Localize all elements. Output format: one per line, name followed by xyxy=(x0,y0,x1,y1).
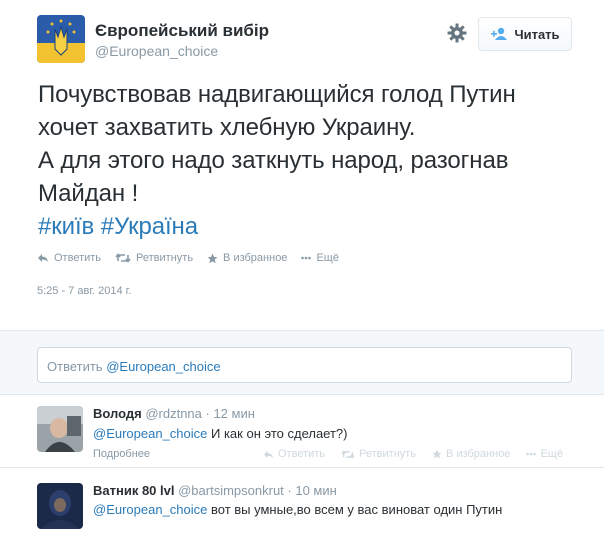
reply-mention[interactable]: @European_choice xyxy=(93,426,207,441)
retweet-label: Ретвитнуть xyxy=(136,252,194,264)
tweet-text: Почувствовав надвигающийся голод Путин х… xyxy=(38,78,578,243)
reply-time: · 10 мин xyxy=(287,483,337,498)
hashtag-link[interactable]: #київ xyxy=(38,213,94,240)
reply-input-mention: @European_choice xyxy=(106,359,221,374)
reply-action-label: В избранное xyxy=(446,448,511,460)
reply-actions: Ответить Ретвитнуть В избранное Ещё xyxy=(263,448,563,460)
reply-action[interactable]: Ответить xyxy=(37,252,101,264)
main-tweet: Європейський вибір @European_choice Чита… xyxy=(0,0,604,330)
reply-text: @European_choice И как он это сделает?) xyxy=(93,426,348,441)
reply-body: И как он это сделает?) xyxy=(207,426,348,441)
reply-author-name[interactable]: Володя @rdztnna · 12 мин xyxy=(93,406,255,421)
reply-more-action[interactable]: Ещё xyxy=(526,448,563,460)
follow-button[interactable]: Читать xyxy=(478,17,572,51)
favorite-action[interactable]: В избранное xyxy=(207,252,287,264)
reply-retweet-action[interactable]: Ретвитнуть xyxy=(341,448,416,460)
star-icon xyxy=(432,449,442,459)
reply-tweet: Ватник 80 lvl @bartsimpsonkrut · 10 мин … xyxy=(0,469,604,536)
reply-handle: @rdztnna xyxy=(145,406,202,421)
author-avatar[interactable] xyxy=(37,15,85,63)
tweet-timestamp[interactable]: 5:25 - 7 авг. 2014 г. xyxy=(37,285,131,297)
author-name[interactable]: Європейський вибір xyxy=(95,21,269,41)
hashtag-row: #київ #Україна xyxy=(38,210,578,243)
reply-input-prefix: Ответить xyxy=(47,359,103,374)
reply-compose-section: Ответить @European_choice xyxy=(0,330,604,395)
reply-avatar[interactable] xyxy=(37,483,83,529)
more-dots-icon xyxy=(526,452,537,456)
reply-mention[interactable]: @European_choice xyxy=(93,502,207,517)
tweet-text-line: Майдан ! xyxy=(38,180,139,207)
tweet-actions: Ответить Ретвитнуть В избранное Ещё xyxy=(37,252,339,264)
reply-action-label: Ответить xyxy=(278,448,326,460)
reply-action-label: Ретвитнуть xyxy=(359,448,417,460)
star-icon xyxy=(207,253,218,264)
reply-name: Ватник 80 lvl xyxy=(93,483,175,498)
reply-favorite-action[interactable]: В избранное xyxy=(432,448,510,460)
tweet-text-line: хочет захватить хлебную Украину. xyxy=(38,114,416,141)
more-action[interactable]: Ещё xyxy=(301,252,339,264)
favorite-label: В избранное xyxy=(223,252,288,264)
tweet-text-line: А для этого надо заткнуть народ, разогна… xyxy=(38,147,509,174)
reply-arrow-icon xyxy=(37,253,49,263)
author-handle[interactable]: @European_choice xyxy=(95,43,218,59)
reply-arrow-icon xyxy=(263,450,274,459)
more-label: Ещё xyxy=(316,252,339,264)
more-dots-icon xyxy=(301,256,312,260)
retweet-action[interactable]: Ретвитнуть xyxy=(115,252,193,264)
reply-author-name[interactable]: Ватник 80 lvl @bartsimpsonkrut · 10 мин xyxy=(93,483,337,498)
reply-name: Володя xyxy=(93,406,142,421)
reply-text: @European_choice вот вы умные,во всем у … xyxy=(93,502,502,517)
reply-time: · 12 мин xyxy=(205,406,255,421)
tweet-text-line: Почувствовав надвигающийся голод Путин xyxy=(38,81,516,108)
retweet-icon xyxy=(341,449,355,459)
hashtag-link[interactable]: #Україна xyxy=(101,213,198,240)
follow-label: Читать xyxy=(514,26,560,42)
reply-details-link[interactable]: Подробнее xyxy=(93,448,150,460)
settings-gear-icon[interactable] xyxy=(446,22,468,44)
reply-reply-action[interactable]: Ответить xyxy=(263,448,325,460)
reply-avatar[interactable] xyxy=(37,406,83,452)
reply-input[interactable]: Ответить @European_choice xyxy=(37,347,572,383)
reply-body: вот вы умные,во всем у вас виноват один … xyxy=(207,502,503,517)
retweet-icon xyxy=(115,253,131,263)
reply-label: Ответить xyxy=(54,252,102,264)
reply-action-label: Ещё xyxy=(540,448,563,460)
reply-tweet: Володя @rdztnna · 12 мин @European_choic… xyxy=(0,396,604,468)
follow-user-icon xyxy=(490,27,508,41)
reply-handle: @bartsimpsonkrut xyxy=(178,483,284,498)
